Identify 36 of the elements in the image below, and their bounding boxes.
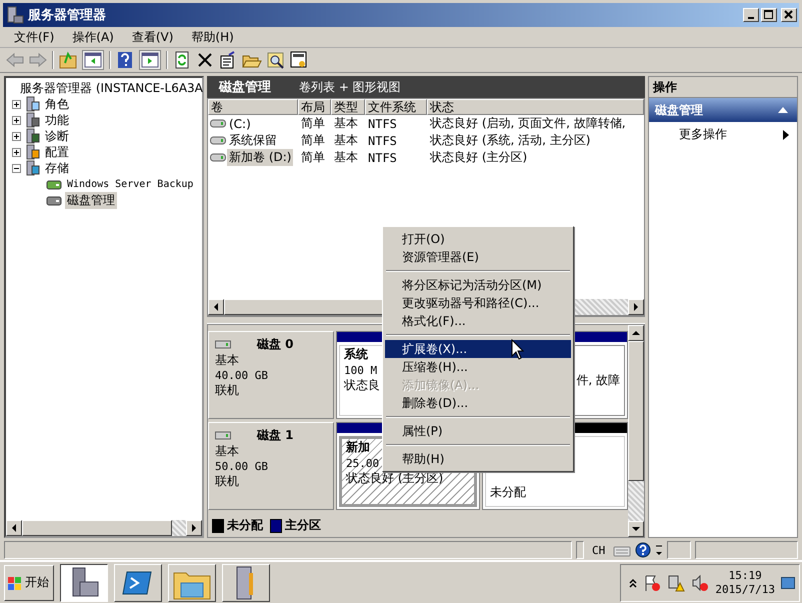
disk-size: 40.00 GB (215, 368, 269, 383)
table-cell-text: NTFS (367, 116, 398, 130)
disk-size: 50.00 GB (215, 459, 269, 474)
partition-info: 未分配 (490, 485, 526, 500)
table-cell-text: 简单 (300, 149, 326, 166)
partition-info: 25.00 (346, 456, 380, 471)
partition-name: 新加 (346, 439, 370, 456)
table-cell-text: 状态良好 (启动, 页面文件, 故障转储, (429, 115, 627, 132)
clock-time: 15:19 (728, 568, 762, 582)
table-cell-text: 状态良好 (主分区) (429, 149, 528, 166)
partition-info: 状态良 (344, 378, 380, 393)
disk-name: 磁盘 1 (257, 427, 294, 444)
disk-type: 基本 (215, 444, 240, 459)
table-cell-text: NTFS (367, 134, 398, 148)
partition-info: 100 M (344, 363, 378, 378)
legend-label: 未分配 (227, 517, 263, 534)
table-cell-text: 简单 (300, 132, 326, 149)
table-cell-text: NTFS (367, 150, 398, 164)
disk-status: 联机 (215, 383, 240, 398)
actions-header: 操作 (649, 77, 797, 98)
table-cell-text: 简单 (300, 115, 326, 132)
legend-label: 主分区 (285, 517, 321, 534)
panel-subtitle: 卷列表 + 图形视图 (299, 78, 401, 96)
partition-info: 件, 故障 (576, 373, 620, 388)
window-title: 服务器管理器 (28, 7, 106, 24)
section-title: 磁盘管理 (655, 102, 703, 118)
table-cell-text: 基本 (333, 149, 359, 166)
clock-date: 2015/7/13 (715, 582, 775, 596)
table-cell-text: 基本 (333, 132, 359, 149)
disk-status: 联机 (215, 474, 240, 489)
partition-name: 系统 (344, 346, 368, 363)
disk-type: 基本 (215, 353, 240, 368)
panel-title: 磁盘管理 (219, 79, 271, 96)
table-cell-text: 基本 (333, 115, 359, 132)
table-cell-text: 状态良好 (系统, 活动, 主分区) (429, 132, 592, 149)
disk-name: 磁盘 0 (257, 336, 294, 353)
